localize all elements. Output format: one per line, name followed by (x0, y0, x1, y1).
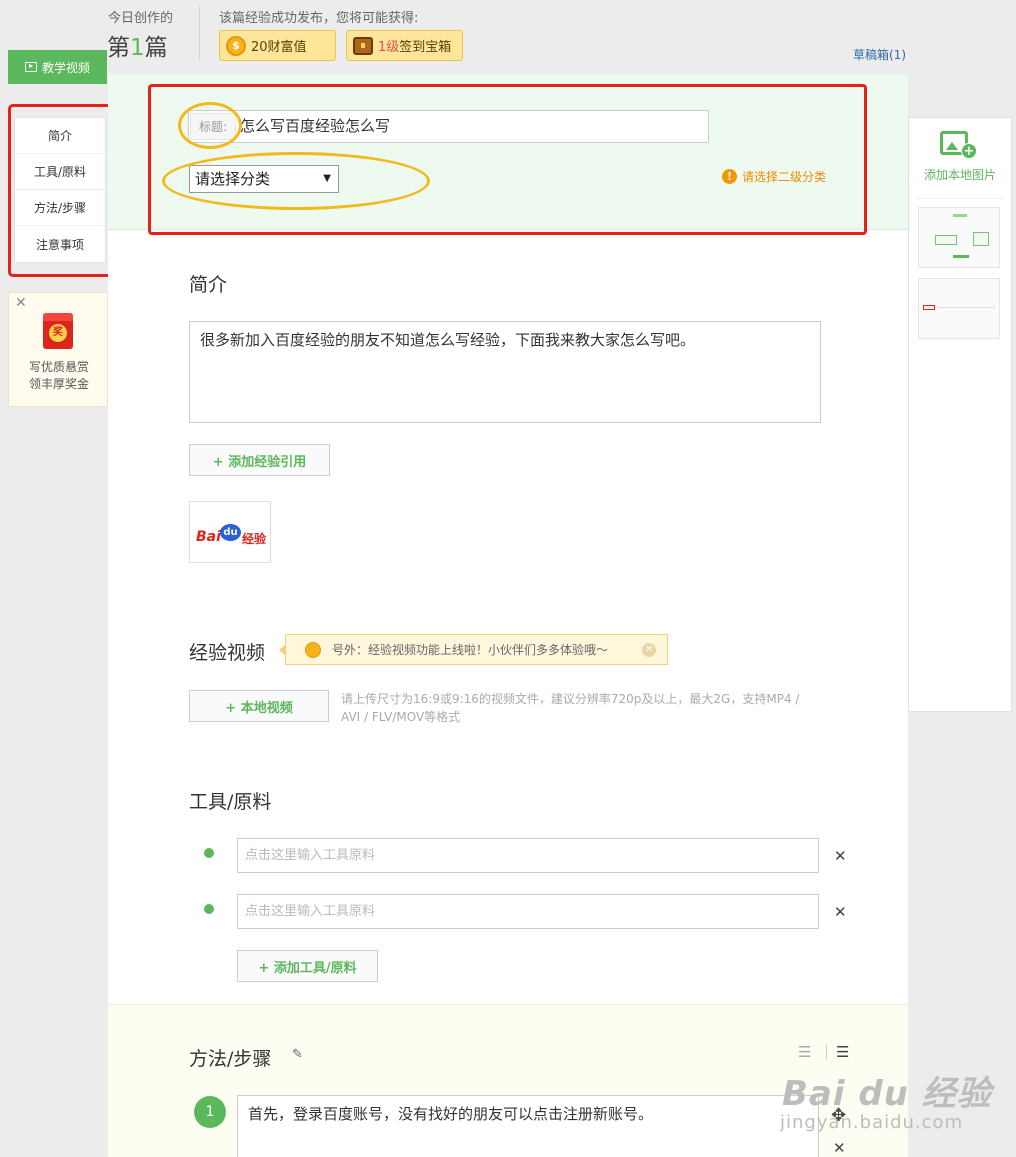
bullet-icon (204, 904, 214, 914)
intro-textarea[interactable]: 很多新加入百度经验的朋友不知道怎么写经验，下面我来教大家怎么写吧。 (189, 321, 821, 423)
video-tip: 号外：经验视频功能上线啦！小伙伴们多多体验哦～ ✕ (279, 634, 668, 665)
today-prefix: 第 (107, 35, 130, 61)
reward-wealth-text: 20财富值 (251, 40, 307, 55)
smiley-icon (305, 642, 321, 658)
reward-wealth-badge: $ 20财富值 (219, 30, 336, 61)
steps-heading: 方法/步骤 (189, 1048, 272, 1070)
delete-icon[interactable]: ✕ (834, 903, 847, 921)
video-heading: 经验视频 (189, 642, 266, 664)
image-thumbnail[interactable] (918, 207, 1000, 268)
logo-jy: 经验 (242, 532, 267, 546)
plus-icon: + (961, 143, 977, 159)
tool-input[interactable]: 点击这里输入工具原料 (237, 838, 819, 873)
add-reference-button[interactable]: + 添加经验引用 (189, 444, 330, 476)
promo-line-2: 领丰厚奖金 (28, 377, 89, 391)
today-suffix: 篇 (144, 35, 168, 61)
delete-icon[interactable]: ✕ (834, 847, 847, 865)
add-tool-button[interactable]: + 添加工具/原料 (237, 950, 378, 982)
ordered-list-icon[interactable]: ☰ (798, 1043, 811, 1061)
video-tip-text: 号外：经验视频功能上线啦！小伙伴们多多体验哦～ (332, 643, 609, 657)
tool-input[interactable]: 点击这里输入工具原料 (237, 894, 819, 929)
reward-chest-badge: 1级 签到宝箱 (346, 30, 463, 61)
watermark-url: jingyan.baidu.com (780, 1112, 964, 1133)
reward-chest-text: 签到宝箱 (399, 40, 452, 55)
logo-du: du (220, 524, 241, 541)
tutorial-video-button[interactable]: 教学视频 (8, 50, 107, 84)
tutorial-video-label: 教学视频 (41, 60, 90, 75)
unordered-list-icon[interactable]: ☰ (836, 1043, 849, 1061)
video-hint: 请上传尺寸为16:9或9:16的视频文件，建议分辨率720p及以上，最大2G，支… (341, 692, 800, 724)
intro-heading: 简介 (189, 274, 228, 296)
logo-bai: Bai (196, 529, 221, 545)
tools-heading: 工具/原料 (189, 791, 272, 813)
video-icon (24, 62, 37, 72)
yellow-annotation-ellipse-category (162, 152, 430, 210)
editor-main (108, 74, 908, 1157)
delete-icon[interactable]: ✕ (833, 1139, 846, 1157)
step-textarea[interactable]: 首先，登录百度账号，没有找好的朋友可以点击注册新账号。 (237, 1095, 819, 1157)
yellow-annotation-circle-label (178, 102, 242, 149)
promo-badge: 奖 (49, 324, 67, 342)
image-thumbnail[interactable] (918, 278, 1000, 339)
toolbar-divider (826, 1045, 827, 1059)
red-annotation-box-nav (8, 104, 112, 277)
today-count: 第1篇 (107, 28, 168, 62)
reward-chest-level: 1级 (378, 40, 400, 55)
watermark-logo: Bai du 经验 (782, 1074, 992, 1114)
coin-icon: $ (226, 35, 246, 56)
today-created-label: 今日创作的 (108, 11, 174, 26)
add-image-label[interactable]: 添加本地图片 (908, 166, 1012, 183)
today-number: 1 (130, 35, 145, 61)
header-divider (199, 6, 200, 60)
drafts-link[interactable]: 草稿箱(1) (853, 46, 906, 63)
close-icon[interactable]: ✕ (15, 295, 27, 311)
promo-line-1: 写优质悬赏 (28, 360, 89, 374)
bounty-promo[interactable]: ✕ 奖 写优质悬赏 领丰厚奖金 (8, 292, 108, 407)
step-number: 1 (194, 1096, 226, 1128)
add-local-image-button[interactable] (908, 117, 1012, 195)
promo-text: 写优质悬赏 领丰厚奖金 (9, 359, 109, 393)
divider (916, 198, 1004, 199)
close-icon[interactable]: ✕ (642, 643, 656, 657)
intro-image[interactable]: Bai du 经验 (189, 501, 271, 563)
pencil-icon[interactable]: ✎ (292, 1047, 303, 1062)
treasure-chest-icon (353, 36, 373, 55)
local-video-button[interactable]: + 本地视频 (189, 690, 329, 722)
bullet-icon (204, 848, 214, 858)
red-envelope-icon: 奖 (43, 313, 73, 349)
reward-label: 该篇经验成功发布，您将可能获得: (219, 11, 419, 26)
